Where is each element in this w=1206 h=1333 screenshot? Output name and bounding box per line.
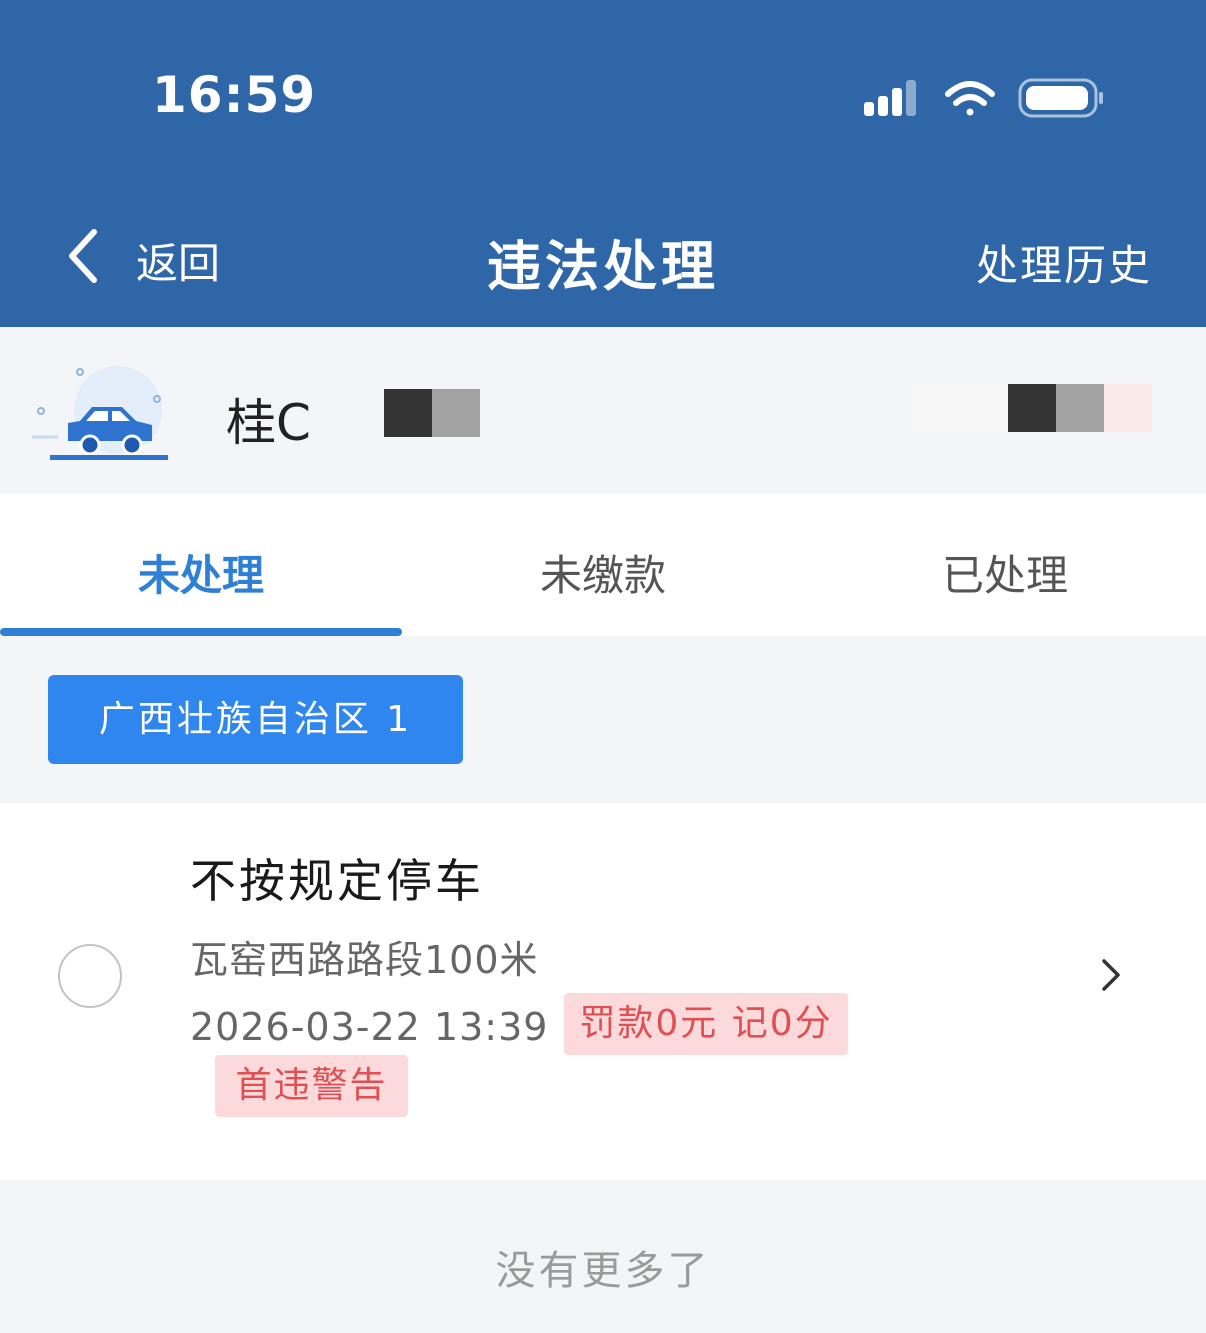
tab-bar: 未处理 未缴款 已处理 [0,494,1206,636]
battery-icon [1018,78,1103,118]
select-radio[interactable] [58,944,122,1008]
warning-tag: 首违警告 [215,1055,408,1117]
region-filter-button[interactable]: 广西壮族自治区 1 [48,675,463,764]
wifi-icon [945,81,995,116]
license-plate: 桂C [226,394,311,452]
tab-indicator [0,628,402,636]
vehicle-bar: 桂C [0,327,1206,494]
violation-location: 瓦窑西路路段100米 [190,938,539,982]
tab-unprocessed[interactable]: 未处理 [0,494,402,636]
violation-title: 不按规定停车 [190,854,484,908]
car-icon [32,366,168,460]
back-chevron-icon [69,229,97,283]
no-more-text: 没有更多了 [495,1248,711,1294]
violation-datetime: 2026-03-22 13:39 [190,1005,549,1049]
tab-unpaid[interactable]: 未缴款 [402,494,804,636]
history-button[interactable]: 处理历史 [976,232,1152,293]
status-icons [864,78,1103,118]
fine-tag: 罚款0元 记0分 [564,993,848,1055]
tab-processed[interactable]: 已处理 [804,494,1206,636]
back-button[interactable]: 返回 [62,222,242,292]
app-header: 16:59 返回 违法处理 处理历史 [0,0,1206,327]
chevron-right-icon [1102,959,1120,991]
back-label: 返回 [136,239,221,288]
signal-icon [864,80,916,116]
violation-item[interactable]: 不按规定停车 瓦窑西路路段100米 2026-03-22 13:39 罚款0元 … [0,803,1206,1180]
status-time: 16:59 [152,66,317,124]
